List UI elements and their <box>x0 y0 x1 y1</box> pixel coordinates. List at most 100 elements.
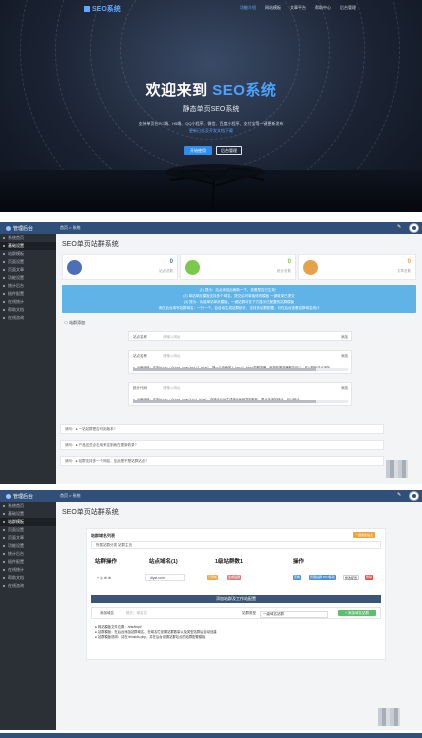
add-domain-row: 添加域名 格式：域名名 站群类型 一级域名站群 + 添加域名站群 <box>91 607 381 619</box>
sidebar-item-articles[interactable]: 页面文章 <box>0 266 56 274</box>
changelog-link[interactable]: 更新日志及开发文档下载 <box>0 128 422 134</box>
delete-button[interactable]: 删除 <box>365 575 374 580</box>
site-name-field[interactable]: 站点名称 请输入网址 添加 <box>128 331 352 341</box>
status-chip: 已添加 <box>207 575 219 580</box>
avatar[interactable] <box>409 491 419 501</box>
col-header-count: 1级站群数1 <box>215 559 244 565</box>
stats-code-field[interactable]: 统计代码 请输入网址 添加 ● 示例代码：请写http://bing.com/i… <box>128 382 352 406</box>
admin-dashboard-screenshot: 管理后台 首页 > 系统 ✎ 系统首页 基础设置 站群模板 页面设置 页面文章 … <box>0 222 422 484</box>
add-site-button[interactable]: + 添加域名站群 <box>338 610 376 616</box>
edit-icon[interactable]: ✎ <box>397 224 401 230</box>
card-title: 站群域名列表 <box>91 533 115 538</box>
section-title: ☁ 站群添加 <box>64 320 86 325</box>
add-domain-input[interactable]: 格式：域名名 <box>126 611 147 616</box>
circle-icon <box>185 260 200 275</box>
config-button[interactable]: 修改配置 <box>343 575 360 580</box>
add-site-badge[interactable]: 一键添加站点 <box>352 532 375 538</box>
sidebar-item-templates[interactable]: 站群模板 <box>0 250 56 258</box>
category-select[interactable]: 所属站群分类 站群主页 <box>91 541 381 549</box>
sidebar-item-plugins[interactable]: 插件配置 <box>0 558 56 566</box>
stat-card-stats: 0 统计总数 <box>180 254 296 280</box>
domain-value: diyst.com <box>150 576 165 580</box>
view-button[interactable]: 查看 <box>293 575 302 580</box>
nav-item-templates[interactable]: 网站模板 <box>265 5 281 11</box>
breadcrumb[interactable]: 首页 > 系统 <box>60 493 81 499</box>
sites-card: 站群域名列表 一键添加站点 所属站群分类 站群主页 站群操作 站点域名(1) 1… <box>86 528 386 660</box>
sidebar-item-basic[interactable]: 基础设置 <box>0 510 56 518</box>
sidebar-item-online[interactable]: 在线统计 <box>0 298 56 306</box>
sidebar-item-consult[interactable]: 在线咨询 <box>0 582 56 590</box>
stat-card-sites: 0 站点总数 <box>62 254 178 280</box>
generate-chip[interactable]: 生成站群 <box>227 575 242 580</box>
notice-line: 请在后台填写站群域名：一行一个，会自动生成站群统计，支持多站群配置，可在后台查看… <box>158 306 320 310</box>
avatar[interactable] <box>409 223 419 233</box>
site-logo[interactable]: SEO系统 <box>84 4 121 14</box>
col-header-domain: 站点域名(1) <box>149 559 178 565</box>
horizontal-scrollbar[interactable] <box>133 368 348 371</box>
stat-label: 统计总数 <box>277 269 291 273</box>
horizontal-scrollbar[interactable] <box>133 400 348 403</box>
sidebar-item-functions[interactable]: 功能设置 <box>0 274 56 282</box>
manage-button[interactable]: 管理站群 /PC/移动 <box>309 575 336 580</box>
stat-card-articles: 0 文章总数 <box>298 254 416 280</box>
add-button[interactable]: 添加 <box>341 354 348 359</box>
sidebar-item-plugins[interactable]: 插件配置 <box>0 290 56 298</box>
col-header-actions: 操作 <box>293 559 305 565</box>
nav-item-articles[interactable]: 文章平台 <box>290 5 306 11</box>
col-header-ops: 站群操作 <box>95 559 118 565</box>
sidebar-item-functions[interactable]: 功能设置 <box>0 542 56 550</box>
type-select[interactable]: 一级域名站群 <box>260 611 328 618</box>
sidebar-item-docs[interactable]: 帮助文档 <box>0 574 56 582</box>
field-placeholder: 请输入网址 <box>163 354 181 358</box>
nav-item-help[interactable]: 帮助中心 <box>315 5 331 11</box>
admin-topbar: 管理后台 首页 > 系统 ✎ <box>0 222 422 234</box>
faq-item[interactable]: 请问：● 站群支持多一个网站，至此是不是站群站点? <box>60 456 384 466</box>
sidebar-item-basic[interactable]: 基础设置 <box>0 242 56 250</box>
sidebar-item-pages[interactable]: 页面设置 <box>0 526 56 534</box>
brand-icon <box>6 226 11 231</box>
edit-icon[interactable]: ✎ <box>397 492 401 498</box>
sidebar-item-templates[interactable]: 站群模板 <box>0 518 56 526</box>
dashboard-main: SEO单页站群系统 0 站点总数 0 统计总数 0 文章总数 (1) 提示：站点… <box>56 234 422 484</box>
hero-title: 欢迎来到 SEO系统 <box>145 82 277 99</box>
add-button[interactable]: 添加 <box>341 335 348 340</box>
sidebar-item-docs[interactable]: 帮助文档 <box>0 306 56 314</box>
admin-brand[interactable]: 管理后台 <box>6 225 33 232</box>
stat-value: 0 <box>287 259 291 265</box>
pixelated-watermark <box>378 708 400 726</box>
admin-button[interactable]: 后台管理 <box>216 146 242 155</box>
admin-brand[interactable]: 管理后台 <box>6 493 33 500</box>
sidebar-item-stats[interactable]: 统计后台 <box>0 282 56 290</box>
next-screenshot-topbar <box>0 733 422 738</box>
row-op-icons[interactable]: + ◎ ⊕ ⊗ <box>97 576 111 580</box>
nav-item-features[interactable]: 功能介绍 <box>240 5 256 11</box>
page-title: SEO单页站群系统 <box>62 509 119 516</box>
admin-sites-screenshot: 管理后台 首页 > 系统 ✎ 系统首页 基础设置 站群模板 页面设置 页面文章 … <box>0 490 422 730</box>
sites-main: SEO单页站群系统 站群域名列表 一键添加站点 所属站群分类 站群主页 站群操作… <box>56 502 422 730</box>
admin-topbar: 管理后台 首页 > 系统 ✎ <box>0 490 422 502</box>
logo-icon <box>84 6 90 12</box>
sidebar-item-pages[interactable]: 页面设置 <box>0 258 56 266</box>
add-section-bar: 添加站群及工作站配置 <box>91 595 381 603</box>
faq-item[interactable]: 请问：● 一站站群是否可用版本? <box>60 424 384 434</box>
pixelated-watermark <box>386 460 408 478</box>
nav-item-admin[interactable]: 后台管理 <box>340 5 356 11</box>
sidebar-item-stats[interactable]: 统计后台 <box>0 550 56 558</box>
sidebar-item-consult[interactable]: 在线咨询 <box>0 314 56 322</box>
start-button[interactable]: 开始使用 <box>184 146 212 155</box>
sidebar: 系统首页 基础设置 站群模板 页面设置 页面文章 功能设置 统计后台 插件配置 … <box>0 234 56 484</box>
sidebar-item-home[interactable]: 系统首页 <box>0 502 56 510</box>
add-domain-label: 添加域名 <box>100 611 114 615</box>
domain-input[interactable]: diyst.com <box>145 574 185 581</box>
field-label: 统计代码 <box>133 386 147 390</box>
sidebar-item-online[interactable]: 在线统计 <box>0 566 56 574</box>
stat-value: 0 <box>407 259 411 265</box>
breadcrumb[interactable]: 首页 > 系统 <box>60 225 81 231</box>
stat-label: 文章总数 <box>397 269 411 273</box>
faq-item[interactable]: 请问：● 产品这些点击用来定制我在更新收录? <box>60 440 384 450</box>
sidebar-item-articles[interactable]: 页面文章 <box>0 534 56 542</box>
sidebar-item-home[interactable]: 系统首页 <box>0 234 56 242</box>
site-code-field[interactable]: 站点名称 请输入网址 添加 ● 示例代码：请写http://bing.com/a… <box>128 350 352 374</box>
add-button[interactable]: 添加 <box>341 386 348 391</box>
help-text: ● 网站模板文件位置：/site/tmpl/ ● 站群模板：在后台添加站群域名，… <box>95 625 217 640</box>
